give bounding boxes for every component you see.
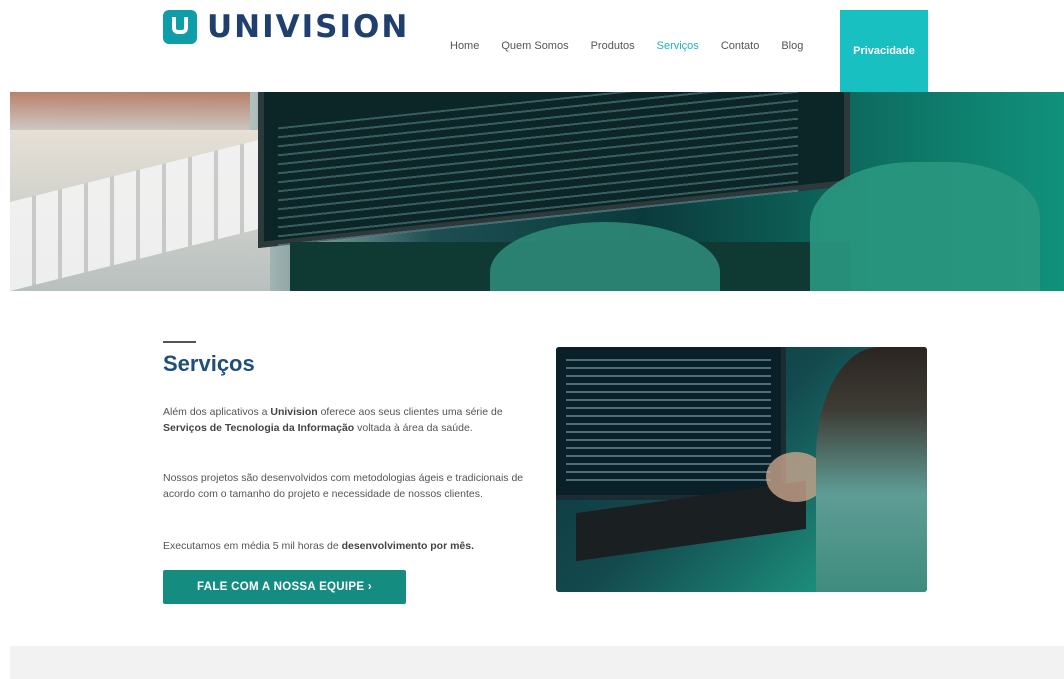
nav-item-contato[interactable]: Contato xyxy=(721,40,760,52)
brand-logo[interactable]: UNIVISION xyxy=(163,10,409,44)
nav-item-quem-somos[interactable]: Quem Somos xyxy=(501,40,568,52)
nav-item-home[interactable]: Home xyxy=(450,40,479,52)
methodology-paragraph: Nossos projetos são desenvolvidos com me… xyxy=(163,472,524,500)
brand-name: UNIVISION xyxy=(207,8,410,45)
hours-paragraph: Executamos em média 5 mil horas de desen… xyxy=(163,540,475,552)
contact-team-button[interactable]: FALE COM A NOSSA EQUIPE › xyxy=(163,570,406,604)
hero-banner-image xyxy=(10,92,1064,291)
nav-item-servicos[interactable]: Serviços xyxy=(657,40,699,52)
nav-item-produtos[interactable]: Produtos xyxy=(591,40,635,52)
hero-right-hand xyxy=(810,162,1040,291)
hero-left-hand xyxy=(490,222,720,291)
title-accent-line xyxy=(163,341,196,343)
u-logo-icon xyxy=(163,10,197,44)
hero-brick-wall xyxy=(10,92,250,130)
photo-code-lines xyxy=(566,359,771,483)
photo-person xyxy=(816,347,927,592)
developer-photo xyxy=(556,347,927,592)
intro-paragraph: Além dos aplicativos a Univision oferece… xyxy=(163,406,503,434)
nav-item-privacidade[interactable]: Privacidade xyxy=(840,10,928,92)
main-nav: Home Quem Somos Produtos Serviços Contat… xyxy=(450,0,928,92)
section-title: Serviços xyxy=(163,351,255,376)
nav-item-blog[interactable]: Blog xyxy=(781,40,803,52)
footer-band xyxy=(10,646,1064,679)
